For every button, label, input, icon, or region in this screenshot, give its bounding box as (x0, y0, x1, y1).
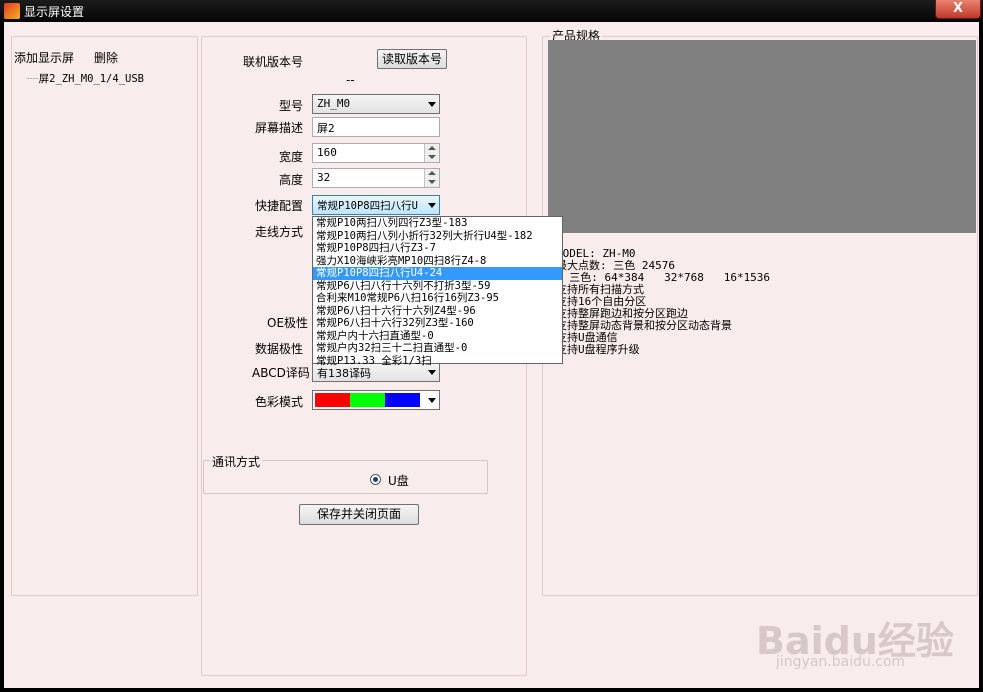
width-label: 宽度 (279, 150, 304, 164)
radio-dot-icon (373, 477, 378, 482)
chevron-down-icon (428, 203, 436, 208)
dropdown-option[interactable]: 常规P10P8四扫八行U4-24 (313, 267, 562, 280)
dropdown-option[interactable]: 常规P10两扫八列四行Z3型-183 (313, 217, 562, 230)
chevron-down-icon (428, 102, 436, 107)
height-label: 高度 (279, 173, 304, 187)
delete-screen-button[interactable]: 删除 (94, 49, 118, 66)
tree-item[interactable]: ┈┈屏2_ZH_M0_1/4_USB (26, 71, 144, 86)
wiring-label: 走线方式 (255, 225, 304, 239)
dropdown-option[interactable]: 合利来M10常规P6八扫16行16列Z3-95 (313, 292, 562, 305)
add-screen-button[interactable]: 添加显示屏 (14, 49, 74, 66)
dropdown-option[interactable]: 常规P6八扫十六行十六列Z4型-96 (313, 305, 562, 318)
save-close-button[interactable]: 保存并关闭页面 (299, 504, 419, 525)
app-icon (4, 3, 20, 19)
version-value: -- (346, 73, 355, 87)
dropdown-option[interactable]: 常规P10两扫八列小折行32列大折行U4型-182 (313, 230, 562, 243)
chevron-down-icon (428, 370, 436, 375)
spin-buttons[interactable] (424, 169, 439, 187)
desc-input[interactable]: 屏2 (312, 117, 440, 137)
data-polarity-label: 数据极性 (255, 342, 304, 356)
screen-list-panel (11, 36, 198, 596)
color-swatch (350, 393, 385, 407)
desc-label: 屏幕描述 (255, 121, 304, 135)
usb-radio-label: U盘 (388, 474, 409, 488)
title-bar: 显示屏设置 X (0, 0, 983, 22)
abcd-label: ABCD译码 (252, 366, 310, 380)
down-arrow-icon (428, 180, 436, 184)
down-arrow-icon (428, 155, 436, 159)
tree-connector: ┈┈ (26, 73, 39, 85)
spec-text: MODEL: ZH-M0 最大点数: 三色 24576 三色: 64*384 3… (556, 248, 770, 356)
close-button[interactable]: X (935, 0, 981, 19)
quick-config-dropdown[interactable]: 常规P10两扫八列四行Z3型-183 常规P10两扫八列小折行32列大折行U4型… (312, 216, 563, 367)
color-swatch (385, 393, 420, 407)
usb-radio[interactable] (370, 474, 381, 485)
dropdown-option[interactable]: 常规户内十六扫直通型-0 (313, 330, 562, 343)
dropdown-option[interactable]: 常规P13.33 全彩1/3扫 (313, 355, 562, 368)
color-swatch (315, 393, 350, 407)
client-area: 添加显示屏 删除 ┈┈屏2_ZH_M0_1/4_USB 联机版本号 读取版本号 … (4, 22, 979, 688)
comm-group-label: 通讯方式 (210, 453, 263, 470)
dropdown-option[interactable]: 常规P10P8四扫八行Z3-7 (313, 242, 562, 255)
up-arrow-icon (428, 171, 436, 175)
dropdown-option[interactable]: 强力X10海峡彩亮MP10四扫8行Z4-8 (313, 255, 562, 268)
model-select[interactable]: ZH_M0 (312, 94, 440, 114)
window-title: 显示屏设置 (24, 5, 85, 19)
color-swatches (315, 393, 420, 407)
product-image (548, 40, 976, 233)
dropdown-option[interactable]: 常规P6八扫八行十六列不打折3型-59 (313, 280, 562, 293)
oe-polarity-label: OE极性 (267, 316, 309, 330)
color-mode-label: 色彩模式 (255, 395, 304, 409)
model-label: 型号 (279, 99, 304, 113)
chevron-down-icon (428, 398, 436, 403)
quick-config-select[interactable]: 常规P10P8四扫八行U (312, 195, 440, 215)
dropdown-option[interactable]: 常规户内32扫三十二扫直通型-0 (313, 342, 562, 355)
version-label: 联机版本号 (243, 55, 304, 69)
read-version-button[interactable]: 读取版本号 (377, 49, 447, 69)
quick-config-label: 快捷配置 (255, 199, 304, 213)
dropdown-option[interactable]: 常规P6八扫十六行32列Z3型-160 (313, 317, 562, 330)
width-stepper[interactable]: 160 (312, 143, 440, 163)
height-stepper[interactable]: 32 (312, 168, 440, 188)
spin-buttons[interactable] (424, 144, 439, 162)
watermark-url: jingyan.baidu.com (776, 654, 906, 670)
up-arrow-icon (428, 146, 436, 150)
spec-line: 支持U盘程序升级 (556, 343, 640, 356)
color-mode-select[interactable] (312, 390, 440, 410)
